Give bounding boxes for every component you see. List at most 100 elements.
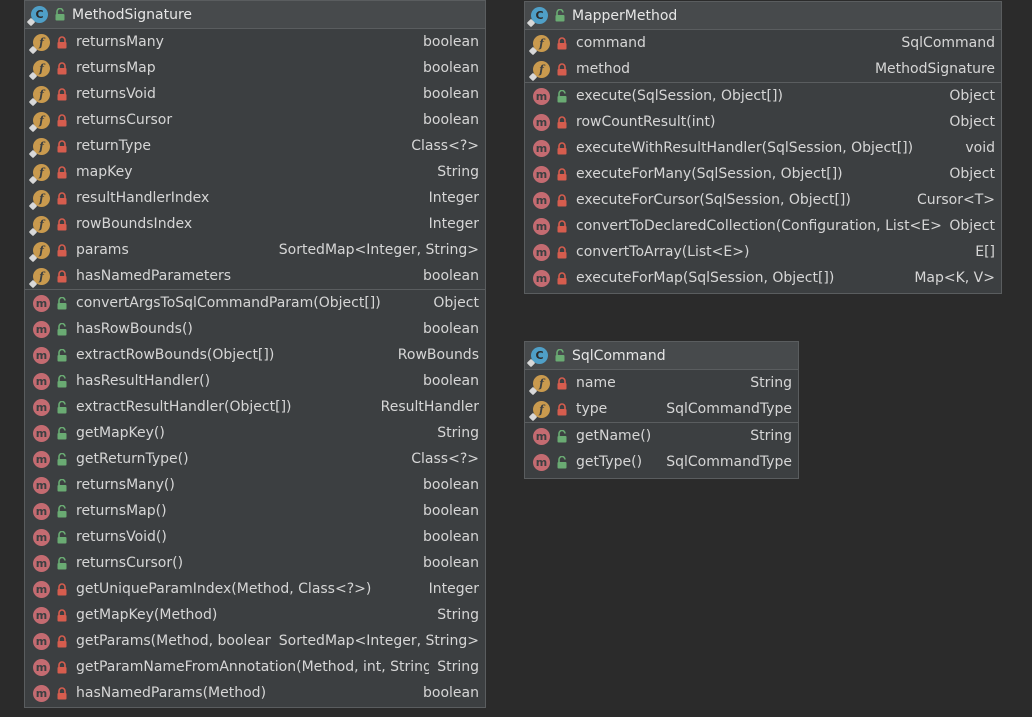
- return-type: String: [437, 607, 479, 623]
- field-row[interactable]: f method MethodSignature: [525, 56, 1001, 82]
- method-row[interactable]: m convertArgsToSqlCommandParam(Object[]) O…: [25, 290, 485, 316]
- class-header[interactable]: C MapperMethod: [525, 2, 1001, 30]
- field-name: returnsCursor: [76, 112, 173, 128]
- method-row[interactable]: m returnsMap() boolean: [25, 498, 485, 524]
- class-box-mappermethod[interactable]: C MapperMethod f command SqlCommand f method…: [524, 1, 1002, 294]
- return-type: boolean: [423, 529, 479, 545]
- public-lock-icon: [557, 89, 567, 102]
- field-row[interactable]: f returnType Class<?>: [25, 133, 485, 159]
- method-icon: m: [33, 606, 50, 624]
- field-icon: f: [28, 33, 50, 54]
- private-lock-icon: [57, 582, 67, 595]
- method-row[interactable]: m hasNamedParams(Method) boolean: [25, 680, 485, 706]
- method-row[interactable]: m hasRowBounds() boolean: [25, 316, 485, 342]
- method-row[interactable]: m executeWithResultHandler(SqlSession, Ob…: [525, 135, 1001, 161]
- method-row[interactable]: m getType() SqlCommandType: [525, 449, 798, 475]
- method-row[interactable]: m hasResultHandler() boolean: [25, 368, 485, 394]
- field-row[interactable]: f returnsMap boolean: [25, 55, 485, 81]
- method-signature: executeWithResultHandler(SqlSession, Obj…: [576, 140, 914, 156]
- return-type: boolean: [423, 321, 479, 337]
- method-icon: m: [533, 269, 550, 287]
- pin-icon: [528, 46, 538, 55]
- method-row[interactable]: m extractRowBounds(Object[]) RowBounds: [25, 342, 485, 368]
- field-row[interactable]: f hasNamedParameters boolean: [25, 263, 485, 289]
- method-row[interactable]: m executeForCursor(SqlSession, Object[]) C…: [525, 187, 1001, 213]
- method-icon: m: [533, 453, 550, 471]
- class-icon: C: [526, 347, 548, 368]
- field-type: boolean: [423, 86, 479, 102]
- method-icon: m: [33, 346, 50, 364]
- public-lock-icon: [555, 9, 565, 22]
- method-row[interactable]: m returnsMany() boolean: [25, 472, 485, 498]
- method-signature: getParams(Method, boolean): [76, 633, 271, 649]
- return-type: RowBounds: [397, 347, 479, 363]
- method-row[interactable]: m getMapKey(Method) String: [25, 602, 485, 628]
- method-row[interactable]: m getParamNameFromAnnotation(Method, int,…: [25, 654, 485, 680]
- class-icon: C: [26, 6, 48, 27]
- method-row[interactable]: m getName() String: [525, 423, 798, 449]
- method-row[interactable]: m convertToArray(List<E>) E[]: [525, 239, 1001, 265]
- field-row[interactable]: f returnsCursor boolean: [25, 107, 485, 133]
- public-lock-icon: [57, 530, 67, 543]
- field-type: boolean: [423, 34, 479, 50]
- return-type: Object: [949, 218, 995, 234]
- field-type: SqlCommand: [901, 35, 995, 51]
- method-row[interactable]: m getUniqueParamIndex(Method, Class<?>) In…: [25, 576, 485, 602]
- public-lock-icon: [57, 478, 67, 491]
- pin-icon: [528, 72, 538, 81]
- method-row[interactable]: m rowCountResult(int) Object: [525, 109, 1001, 135]
- return-type: Object: [949, 88, 995, 104]
- field-row[interactable]: f resultHandlerIndex Integer: [25, 185, 485, 211]
- class-header[interactable]: C MethodSignature: [25, 1, 485, 29]
- public-lock-icon: [55, 8, 65, 21]
- class-box-methodsignature[interactable]: C MethodSignature f returnsMany boolean f re…: [24, 0, 486, 708]
- field-row[interactable]: f returnsMany boolean: [25, 29, 485, 55]
- private-lock-icon: [57, 165, 67, 178]
- public-lock-icon: [57, 504, 67, 517]
- field-row[interactable]: f command SqlCommand: [525, 30, 1001, 56]
- method-row[interactable]: m getReturnType() Class<?>: [25, 446, 485, 472]
- method-row[interactable]: m executeForMap(SqlSession, Object[]) Map<…: [525, 265, 1001, 291]
- method-row[interactable]: m returnsVoid() boolean: [25, 524, 485, 550]
- method-signature: executeForCursor(SqlSession, Object[]): [576, 192, 851, 208]
- field-row[interactable]: f params SortedMap<Integer, String>: [25, 237, 485, 263]
- field-type: boolean: [423, 268, 479, 284]
- field-name: command: [576, 35, 646, 51]
- methods-section: m getName() String m getType() SqlCommandType: [525, 423, 798, 475]
- return-type: SortedMap<Integer, String>: [278, 633, 479, 649]
- private-lock-icon: [57, 269, 67, 282]
- field-icon: f: [28, 267, 50, 288]
- field-name: params: [76, 242, 129, 258]
- field-row[interactable]: f returnsVoid boolean: [25, 81, 485, 107]
- public-lock-icon: [57, 426, 67, 439]
- field-icon: f: [28, 163, 50, 184]
- private-lock-icon: [557, 193, 567, 206]
- method-signature: getUniqueParamIndex(Method, Class<?>): [76, 581, 372, 597]
- method-row[interactable]: m executeForMany(SqlSession, Object[]) Obj…: [525, 161, 1001, 187]
- method-row[interactable]: m extractResultHandler(Object[]) ResultHan…: [25, 394, 485, 420]
- method-row[interactable]: m execute(SqlSession, Object[]) Object: [525, 83, 1001, 109]
- field-row[interactable]: f type SqlCommandType: [525, 396, 798, 422]
- private-lock-icon: [557, 245, 567, 258]
- method-row[interactable]: m getMapKey() String: [25, 420, 485, 446]
- fields-section: f command SqlCommand f method MethodSignature: [525, 30, 1001, 83]
- private-lock-icon: [57, 61, 67, 74]
- field-type: String: [750, 375, 792, 391]
- class-box-sqlcommand[interactable]: C SqlCommand f name String f type SqlCommandT…: [524, 341, 799, 479]
- public-lock-icon: [57, 452, 67, 465]
- method-icon: m: [533, 165, 550, 183]
- field-icon: f: [28, 215, 50, 236]
- class-header[interactable]: C SqlCommand: [525, 342, 798, 370]
- field-row[interactable]: f mapKey String: [25, 159, 485, 185]
- pin-icon: [28, 149, 38, 158]
- method-row[interactable]: m convertToDeclaredCollection(Configurati…: [525, 213, 1001, 239]
- method-row[interactable]: m returnsCursor() boolean: [25, 550, 485, 576]
- field-row[interactable]: f rowBoundsIndex Integer: [25, 211, 485, 237]
- method-signature: executeForMap(SqlSession, Object[]): [576, 270, 835, 286]
- field-icon: f: [528, 34, 550, 55]
- field-row[interactable]: f name String: [525, 370, 798, 396]
- pin-icon: [28, 123, 38, 132]
- method-icon: m: [33, 294, 50, 312]
- pin-icon: [28, 71, 38, 80]
- method-row[interactable]: m getParams(Method, boolean) SortedMap<Int…: [25, 628, 485, 654]
